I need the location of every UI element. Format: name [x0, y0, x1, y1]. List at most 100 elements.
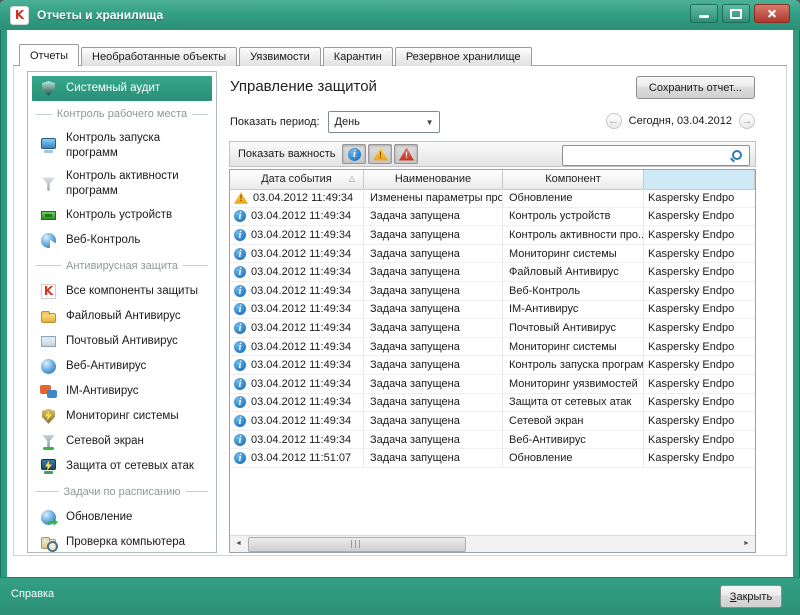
tab-quarantine[interactable]: Карантин	[323, 47, 393, 66]
help-link[interactable]: Справка	[11, 588, 54, 600]
event-date-cell: 03.04.2012 11:49:34	[230, 226, 364, 244]
sidebar-item-label: IM-Антивирус	[66, 384, 139, 399]
event-product-cell: Kaspersky Endpo	[644, 263, 755, 281]
globe-icon	[40, 358, 57, 375]
table-row[interactable]: 03.04.2012 11:49:34Изменены параметры пр…	[230, 189, 755, 208]
info-icon	[234, 229, 246, 241]
event-date: 03.04.2012 11:49:34	[251, 396, 351, 408]
table-row[interactable]: 03.04.2012 11:51:07Задача запущенаОбновл…	[230, 449, 755, 468]
table-row[interactable]: 03.04.2012 11:49:34Задача запущенаПочтов…	[230, 319, 755, 338]
maximize-button[interactable]	[722, 4, 750, 23]
scroll-right-arrow-icon[interactable]: ►	[739, 537, 754, 551]
table-row[interactable]: 03.04.2012 11:49:34Задача запущенаСетево…	[230, 412, 755, 431]
chat-icon	[40, 383, 57, 400]
kaspersky-logo-icon: K	[10, 6, 29, 25]
table-row[interactable]: 03.04.2012 11:49:34Задача запущенаМонито…	[230, 245, 755, 264]
table-row[interactable]: 03.04.2012 11:49:34Задача запущенаЗащита…	[230, 394, 755, 413]
funnel-icon	[40, 175, 57, 192]
chip-icon	[40, 207, 57, 224]
current-date-label: Сегодня, 03.04.2012	[629, 115, 732, 127]
event-date-cell: 03.04.2012 11:49:34	[230, 301, 364, 319]
event-name-cell: Задача запущена	[364, 301, 503, 319]
event-date: 03.04.2012 11:49:34	[251, 434, 351, 446]
scrollbar-thumb[interactable]	[248, 537, 466, 552]
table-row[interactable]: 03.04.2012 11:49:34Задача запущенаКонтро…	[230, 226, 755, 245]
maximize-icon	[730, 9, 742, 19]
sidebar-item-app-activity-control[interactable]: Контроль активности программ	[32, 165, 212, 203]
event-name-cell: Задача запущена	[364, 449, 503, 467]
report-categories-sidebar: Системный аудитКонтроль рабочего местаКо…	[27, 71, 217, 553]
event-product-cell: Kaspersky Endpo	[644, 338, 755, 356]
table-row[interactable]: 03.04.2012 11:49:34Задача запущенаМонито…	[230, 338, 755, 357]
table-row[interactable]: 03.04.2012 11:49:34Задача запущенаIM-Ант…	[230, 301, 755, 320]
close-button[interactable]: Закрыть	[720, 585, 782, 608]
info-icon	[234, 415, 246, 427]
table-row[interactable]: 03.04.2012 11:49:34Задача запущенаФайлов…	[230, 263, 755, 282]
filter-warning-button[interactable]	[368, 144, 392, 164]
search-box	[562, 145, 750, 166]
previous-day-button[interactable]: ←	[606, 113, 622, 129]
event-date: 03.04.2012 11:49:34	[251, 341, 351, 353]
scroll-left-arrow-icon[interactable]: ◄	[231, 537, 246, 551]
sidebar-item-web-control[interactable]: Веб-Контроль	[32, 228, 212, 253]
info-icon	[234, 303, 246, 315]
sidebar-item-network-attack-blocker[interactable]: Защита от сетевых атак	[32, 454, 212, 479]
filter-info-button[interactable]	[342, 144, 366, 164]
close-icon: ✕	[767, 8, 777, 20]
event-name-cell: Задача запущена	[364, 394, 503, 412]
folder-search-icon	[40, 534, 57, 551]
column-header-component[interactable]: Компонент	[503, 170, 644, 189]
table-row[interactable]: 03.04.2012 11:49:34Задача запущенаМонито…	[230, 375, 755, 394]
event-product-cell: Kaspersky Endpo	[644, 226, 755, 244]
event-date: 03.04.2012 11:49:34	[251, 285, 351, 297]
sidebar-item-system-audit[interactable]: Системный аудит	[32, 76, 212, 101]
table-row[interactable]: 03.04.2012 11:49:34Задача запущенаВеб-Ан…	[230, 431, 755, 450]
event-name-cell: Задача запущена	[364, 375, 503, 393]
search-icon[interactable]	[732, 150, 742, 160]
next-day-button[interactable]: →	[739, 113, 755, 129]
table-row[interactable]: 03.04.2012 11:49:34Задача запущенаКонтро…	[230, 208, 755, 227]
tab-unprocessed-objects[interactable]: Необработанные объекты	[81, 47, 237, 66]
filter-critical-button[interactable]	[394, 144, 418, 164]
titlebar[interactable]: K Отчеты и хранилища ✕	[0, 0, 800, 30]
sidebar-item-file-antivirus[interactable]: Файловый Антивирус	[32, 304, 212, 329]
sidebar-item-im-antivirus[interactable]: IM-Антивирус	[32, 379, 212, 404]
event-date-cell: 03.04.2012 11:49:34	[230, 356, 364, 374]
window-title: Отчеты и хранилища	[37, 8, 163, 22]
event-date: 03.04.2012 11:49:34	[251, 415, 351, 427]
column-header-product[interactable]	[644, 170, 755, 189]
event-date: 03.04.2012 11:49:34	[251, 266, 351, 278]
event-name-cell: Задача запущена	[364, 338, 503, 356]
close-window-button[interactable]: ✕	[754, 4, 790, 23]
sidebar-item-label: Системный аудит	[66, 81, 160, 96]
event-date-cell: 03.04.2012 11:49:34	[230, 338, 364, 356]
sidebar-item-update[interactable]: Обновление	[32, 505, 212, 530]
sidebar-item-device-control[interactable]: Контроль устройств	[32, 203, 212, 228]
table-row[interactable]: 03.04.2012 11:49:34Задача запущенаКонтро…	[230, 356, 755, 375]
event-date-cell: 03.04.2012 11:49:34	[230, 319, 364, 337]
event-date: 03.04.2012 11:49:34	[251, 210, 351, 222]
minimize-button[interactable]	[690, 4, 718, 23]
tab-backup-storage[interactable]: Резервное хранилище	[395, 47, 532, 66]
sidebar-item-computer-scan[interactable]: Проверка компьютера	[32, 530, 212, 553]
sidebar-item-firewall[interactable]: Сетевой экран	[32, 429, 212, 454]
critical-icon	[399, 148, 414, 161]
search-input[interactable]	[565, 147, 729, 164]
info-icon	[234, 341, 246, 353]
tab-vulnerabilities[interactable]: Уязвимости	[239, 47, 321, 66]
horizontal-scrollbar[interactable]: ◄ ►	[230, 535, 755, 552]
sidebar-item-web-antivirus[interactable]: Веб-Антивирус	[32, 354, 212, 379]
period-select[interactable]: День ▼	[328, 111, 440, 133]
info-icon	[234, 322, 246, 334]
event-name-cell: Задача запущена	[364, 319, 503, 337]
sidebar-item-app-startup-control[interactable]: Контроль запуска программ	[32, 127, 212, 165]
column-header-name[interactable]: Наименование	[364, 170, 503, 189]
sidebar-item-system-watcher[interactable]: Мониторинг системы	[32, 404, 212, 429]
period-value: День	[329, 116, 360, 128]
save-report-button[interactable]: Сохранить отчет...	[636, 76, 755, 99]
sidebar-item-all-protection-components[interactable]: Все компоненты защиты	[32, 279, 212, 304]
sidebar-item-mail-antivirus[interactable]: Почтовый Антивирус	[32, 329, 212, 354]
column-header-date[interactable]: Дата события△	[230, 170, 364, 189]
tab-reports[interactable]: Отчеты	[19, 44, 79, 66]
table-row[interactable]: 03.04.2012 11:49:34Задача запущенаВеб-Ко…	[230, 282, 755, 301]
